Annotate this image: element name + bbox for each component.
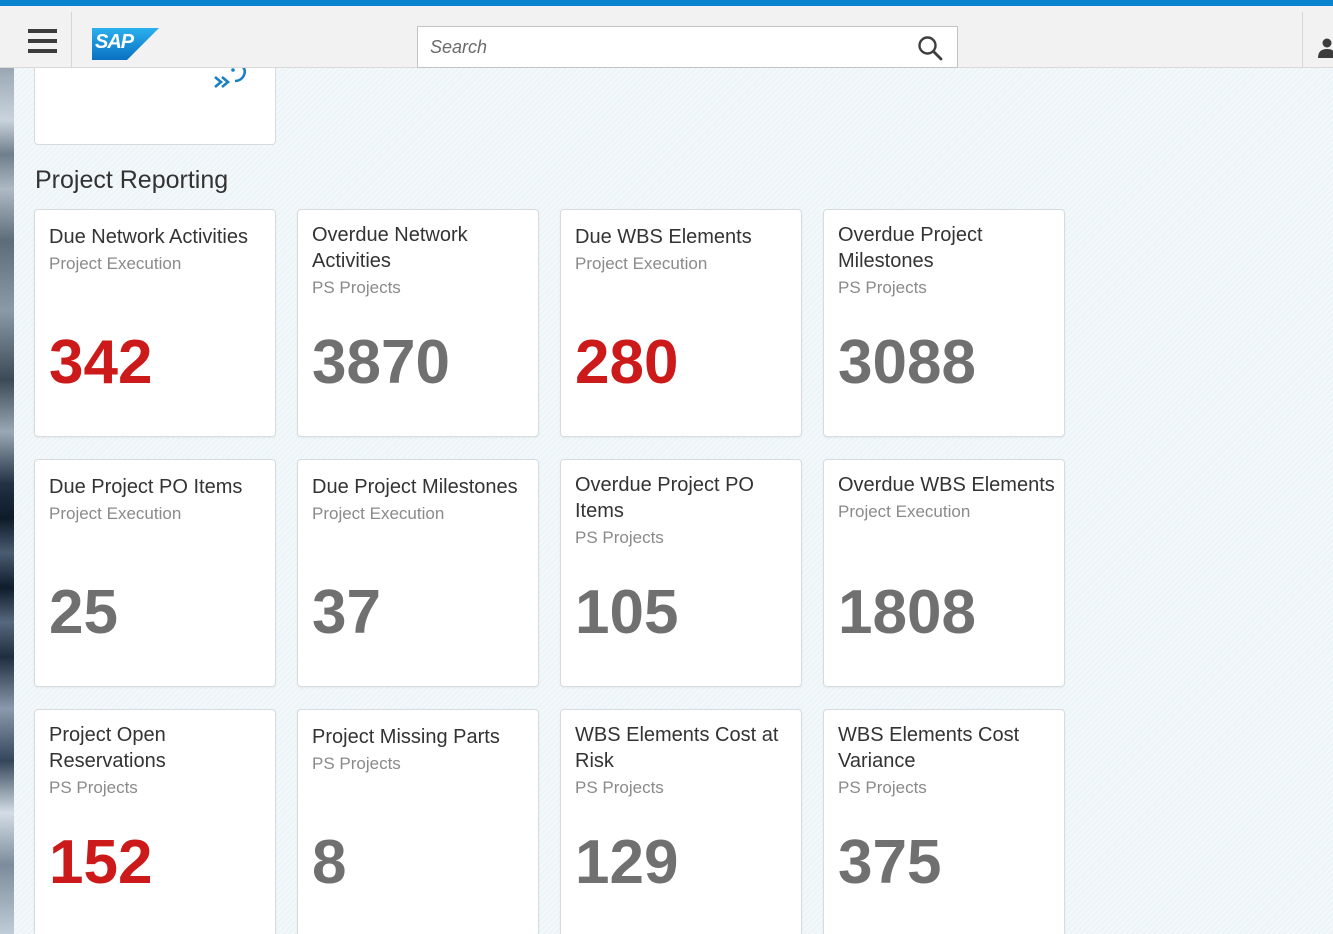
tile-value: 3870 bbox=[312, 328, 450, 397]
tile-title-block: Project Missing Parts PS Projects bbox=[312, 724, 532, 775]
tile-title-block: Due Network Activities Project Execution bbox=[49, 224, 269, 275]
tile-subtitle: Project Execution bbox=[49, 504, 182, 523]
tile-title-block: Due WBS Elements Project Execution bbox=[575, 224, 795, 275]
tile-title-block: Overdue Project Milestones PS Projects bbox=[838, 222, 1058, 299]
tile-title: Overdue Project Milestones bbox=[838, 224, 983, 272]
tile-title-block: Overdue WBS Elements Project Execution bbox=[838, 472, 1058, 523]
tile-value: 25 bbox=[49, 578, 118, 647]
shell-header: SAP bbox=[0, 0, 1333, 74]
tile-title: Overdue Network Activities bbox=[312, 224, 468, 272]
tile-title-block: Due Project PO Items Project Execution bbox=[49, 474, 269, 525]
kpi-tile[interactable]: Project Missing Parts PS Projects 8 bbox=[297, 709, 539, 934]
tile-title: Due Project PO Items bbox=[49, 476, 243, 498]
tile-title: Overdue WBS Elements bbox=[838, 474, 1055, 496]
tile-value: 280 bbox=[575, 328, 679, 397]
user-icon bbox=[1318, 38, 1333, 58]
tile-title: Project Missing Parts bbox=[312, 726, 500, 748]
tile-title: WBS Elements Cost Variance bbox=[838, 724, 1020, 772]
tile-title-block: WBS Elements Cost Variance PS Projects bbox=[838, 722, 1058, 799]
tile-value: 1808 bbox=[838, 578, 976, 647]
tile-subtitle: Project Execution bbox=[575, 254, 708, 273]
kpi-tile[interactable]: Due Network Activities Project Execution… bbox=[34, 209, 276, 437]
tile-title-block: Project Open Reservations PS Projects bbox=[49, 722, 269, 799]
tile-value: 3088 bbox=[838, 328, 976, 397]
kpi-tile[interactable]: Overdue Network Activities PS Projects 3… bbox=[297, 209, 539, 437]
tile-title-block: Overdue Network Activities PS Projects bbox=[312, 222, 532, 299]
kpi-tile[interactable]: Overdue Project PO Items PS Projects 105 bbox=[560, 459, 802, 687]
tile-value: 105 bbox=[575, 578, 679, 647]
tile-subtitle: PS Projects bbox=[838, 778, 927, 797]
tile-value: 37 bbox=[312, 578, 381, 647]
kpi-tile[interactable]: WBS Elements Cost at Risk PS Projects 12… bbox=[560, 709, 802, 934]
kpi-tile[interactable]: Overdue WBS Elements Project Execution 1… bbox=[823, 459, 1065, 687]
tile-value: 375 bbox=[838, 828, 942, 897]
sap-logo[interactable]: SAP bbox=[92, 28, 159, 60]
sap-logo-text: SAP bbox=[95, 31, 134, 53]
menu-button[interactable] bbox=[14, 12, 72, 68]
tile-subtitle: PS Projects bbox=[575, 528, 664, 547]
tile-title: Due Project Milestones bbox=[312, 476, 518, 498]
tile-subtitle: PS Projects bbox=[49, 778, 138, 797]
tile-subtitle: Project Execution bbox=[312, 504, 445, 523]
kpi-tile[interactable]: WBS Elements Cost Variance PS Projects 3… bbox=[823, 709, 1065, 934]
tile-value: 342 bbox=[49, 328, 153, 397]
tile-title-block: Due Project Milestones Project Execution bbox=[312, 474, 532, 525]
tile-title-block: Overdue Project PO Items PS Projects bbox=[575, 472, 795, 549]
tile-value: 152 bbox=[49, 828, 153, 897]
tile-subtitle: PS Projects bbox=[312, 278, 401, 297]
tile-title: Project Open Reservations bbox=[49, 724, 166, 772]
search-icon[interactable] bbox=[917, 35, 943, 61]
tile-subtitle: PS Projects bbox=[312, 754, 401, 773]
kpi-tile[interactable]: Overdue Project Milestones PS Projects 3… bbox=[823, 209, 1065, 437]
user-menu[interactable] bbox=[1302, 12, 1333, 74]
hamburger-icon bbox=[28, 28, 57, 53]
tile-subtitle: Project Execution bbox=[838, 502, 971, 521]
kpi-tile[interactable]: Due Project PO Items Project Execution 2… bbox=[34, 459, 276, 687]
tile-title: Due WBS Elements bbox=[575, 226, 752, 248]
tile-subtitle: PS Projects bbox=[575, 778, 664, 797]
app-launch-icon bbox=[214, 68, 247, 88]
kpi-tile[interactable]: Due WBS Elements Project Execution 280 bbox=[560, 209, 802, 437]
desktop-background-strip bbox=[0, 68, 14, 934]
tile-title: Overdue Project PO Items bbox=[575, 474, 754, 522]
tile-title: WBS Elements Cost at Risk bbox=[575, 724, 779, 772]
search-input[interactable] bbox=[418, 27, 908, 67]
tile-value: 8 bbox=[312, 828, 347, 897]
app-tile-partial[interactable] bbox=[34, 68, 276, 145]
tile-subtitle: Project Execution bbox=[49, 254, 182, 273]
kpi-tile[interactable]: Project Open Reservations PS Projects 15… bbox=[34, 709, 276, 934]
tile-title: Due Network Activities bbox=[49, 226, 248, 248]
kpi-tile[interactable]: Due Project Milestones Project Execution… bbox=[297, 459, 539, 687]
tile-value: 129 bbox=[575, 828, 679, 897]
group-title: Project Reporting bbox=[35, 166, 229, 194]
tile-subtitle: PS Projects bbox=[838, 278, 927, 297]
search-box[interactable] bbox=[417, 26, 958, 68]
launchpad-content: Project Reporting Due Network Activities… bbox=[14, 68, 1333, 934]
tile-title-block: WBS Elements Cost at Risk PS Projects bbox=[575, 722, 795, 799]
